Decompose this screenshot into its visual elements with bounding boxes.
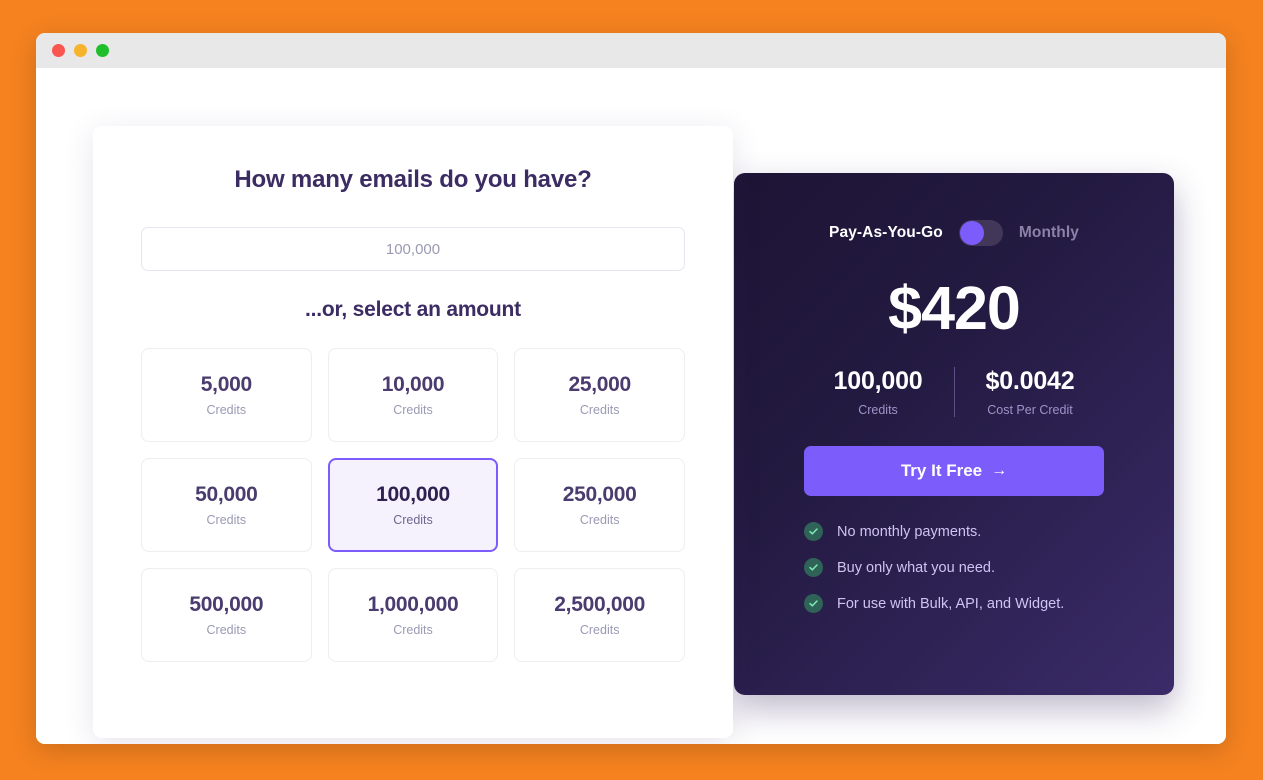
toggle-label-pay-as-you-go[interactable]: Pay-As-You-Go [829, 224, 943, 242]
select-amount-title: ...or, select an amount [305, 298, 521, 321]
credit-unit-label: Credits [393, 623, 433, 637]
credit-unit-label: Credits [579, 513, 620, 527]
check-circle-icon [804, 558, 823, 577]
close-window-button[interactable] [52, 44, 65, 57]
credit-option-1000000[interactable]: 1,000,000 Credits [327, 568, 499, 662]
credit-amount: 500,000 [189, 593, 264, 616]
stat-credits-value: 100,000 [833, 367, 923, 395]
credit-unit-label: Credits [206, 623, 247, 637]
credit-unit-label: Credits [579, 623, 620, 637]
credit-option-100000[interactable]: 100,000 Credits [327, 458, 499, 552]
minimize-window-button[interactable] [74, 44, 87, 57]
credit-option-500000[interactable]: 500,000 Credits [141, 568, 312, 662]
billing-mode-toggle-row: Pay-As-You-Go Monthly [829, 218, 1079, 248]
browser-window: Pay-As-You-Go Monthly $420 100,000 Credi… [36, 33, 1226, 744]
credit-unit-label: Credits [579, 403, 620, 417]
cta-label: Try It Free [900, 461, 983, 480]
credit-selector-card: How many emails do you have? ...or, sele… [93, 126, 733, 738]
credit-amount: 25,000 [568, 373, 631, 396]
credit-unit-label: Credits [206, 403, 247, 417]
credit-option-5000[interactable]: 5,000 Credits [141, 348, 312, 442]
browser-titlebar [36, 33, 1226, 68]
pricing-panel: Pay-As-You-Go Monthly $420 100,000 Credi… [734, 173, 1174, 695]
stat-credits: 100,000 Credits [803, 367, 954, 417]
feature-item: No monthly payments. [804, 522, 1104, 541]
credit-options-grid: 5,000 Credits 10,000 Credits 25,000 Cred… [141, 348, 685, 662]
billing-mode-toggle[interactable] [958, 220, 1003, 246]
credit-option-50000[interactable]: 50,000 Credits [141, 458, 312, 552]
credit-unit-label: Credits [206, 513, 247, 527]
credit-option-10000[interactable]: 10,000 Credits [327, 348, 499, 442]
credit-amount: 1,000,000 [367, 593, 459, 616]
feature-text: No monthly payments. [837, 523, 982, 540]
credit-amount: 2,500,000 [554, 593, 646, 616]
stat-cost-per-credit: $0.0042 Cost Per Credit [955, 367, 1106, 417]
credit-amount: 250,000 [562, 483, 637, 506]
feature-text: For use with Bulk, API, and Widget. [837, 595, 1065, 612]
feature-item: Buy only what you need. [804, 558, 1104, 577]
credit-amount: 5,000 [200, 373, 252, 396]
credit-amount: 10,000 [381, 373, 445, 396]
check-circle-icon [804, 594, 823, 613]
check-circle-icon [804, 522, 823, 541]
stat-cost-label: Cost Per Credit [987, 403, 1073, 417]
credit-unit-label: Credits [393, 403, 433, 417]
credit-option-250000[interactable]: 250,000 Credits [514, 458, 685, 552]
credit-option-25000[interactable]: 25,000 Credits [514, 348, 685, 442]
maximize-window-button[interactable] [96, 44, 109, 57]
credit-option-2500000[interactable]: 2,500,000 Credits [514, 568, 685, 662]
toggle-label-monthly[interactable]: Monthly [1019, 224, 1079, 242]
feature-text: Buy only what you need. [837, 559, 995, 576]
pricing-stats: 100,000 Credits $0.0042 Cost Per Credit [803, 367, 1106, 417]
feature-item: For use with Bulk, API, and Widget. [804, 594, 1104, 613]
total-price: $420 [888, 274, 1021, 342]
page-canvas: Pay-As-You-Go Monthly $420 100,000 Credi… [36, 68, 1226, 744]
arrow-right-icon: → [991, 462, 1008, 479]
try-it-free-button[interactable]: Try It Free → [804, 446, 1104, 496]
credit-unit-label: Credits [393, 513, 433, 527]
page-title: How many emails do you have? [234, 166, 592, 193]
credit-amount: 100,000 [376, 483, 450, 506]
stat-credits-label: Credits [858, 403, 898, 417]
email-count-input[interactable] [141, 227, 685, 271]
credit-amount: 50,000 [195, 483, 258, 506]
stat-cost-value: $0.0042 [985, 367, 1075, 395]
toggle-knob [959, 221, 984, 245]
feature-list: No monthly payments. Buy only what you n… [804, 522, 1104, 613]
